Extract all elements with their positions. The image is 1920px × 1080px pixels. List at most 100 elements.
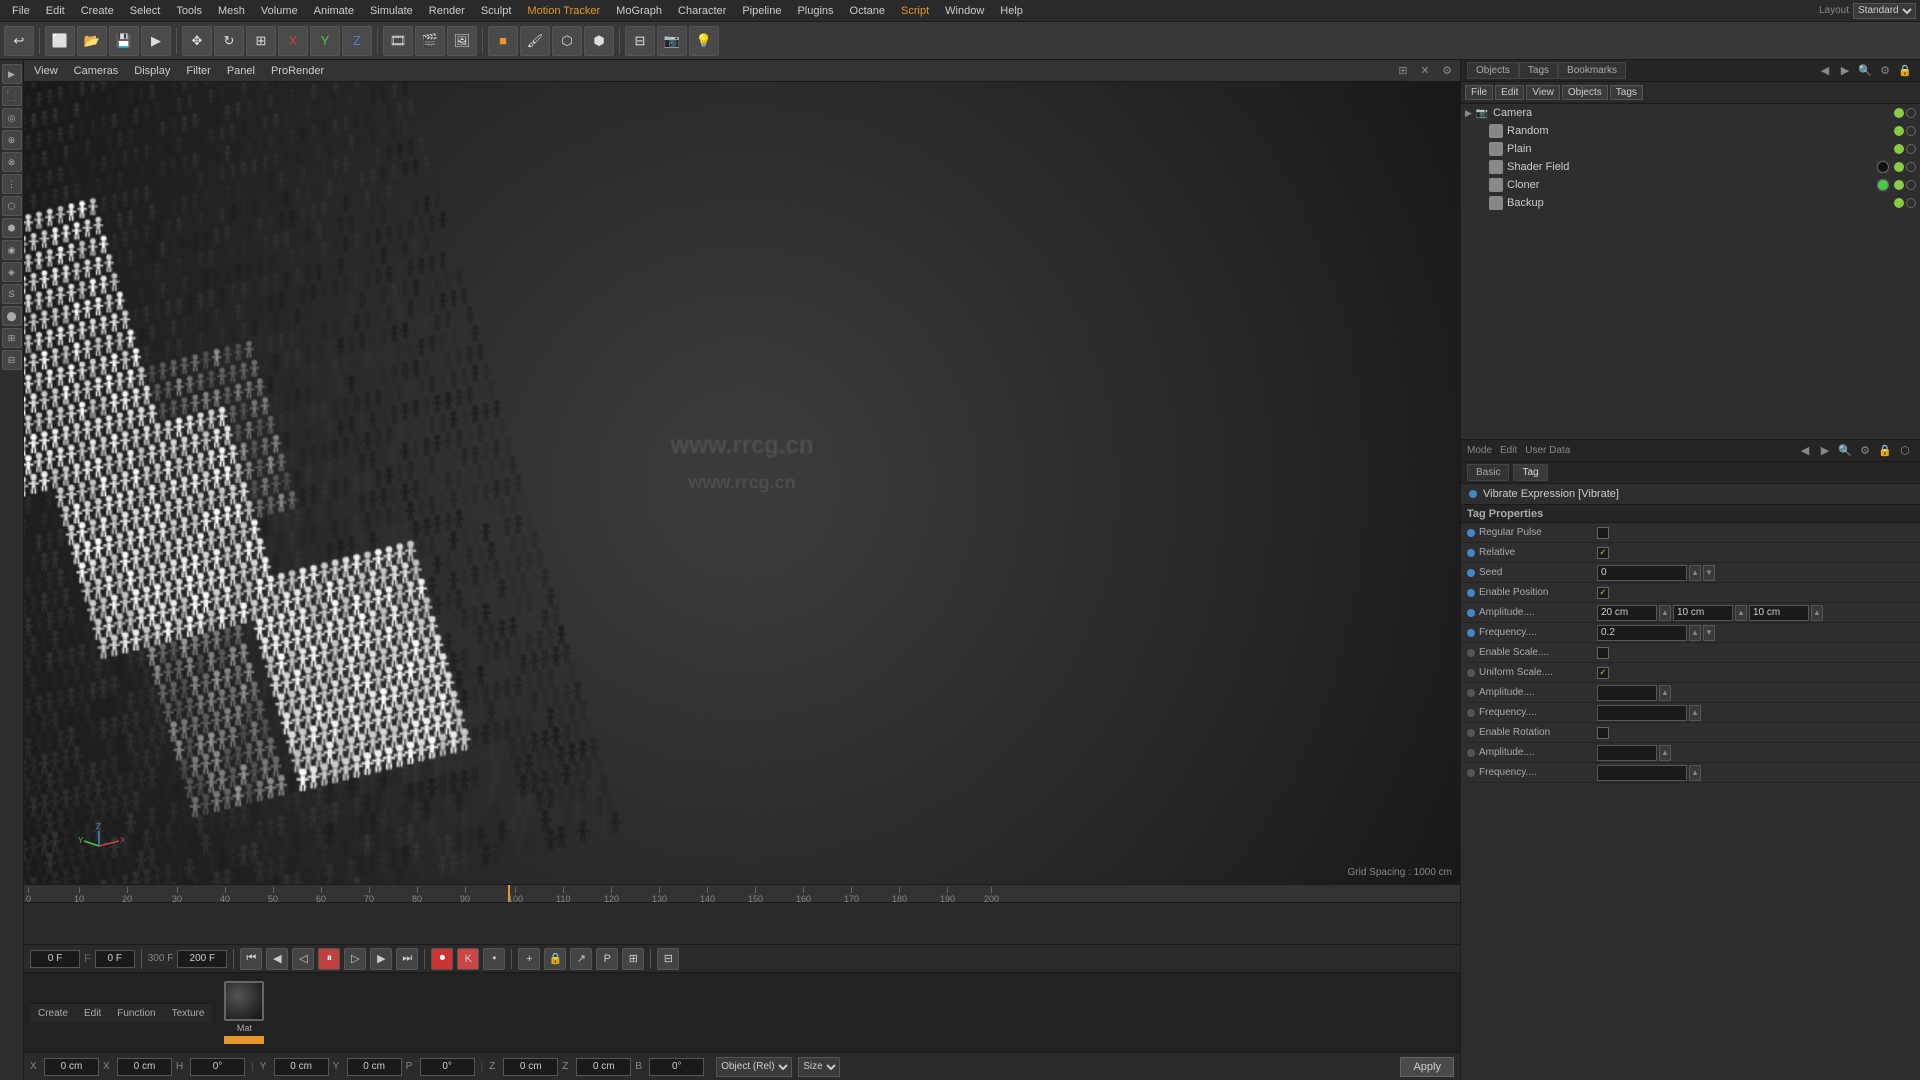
vp-menu-display[interactable]: Display xyxy=(128,63,176,79)
prop-freq-pos-input[interactable] xyxy=(1597,625,1687,641)
prop-amp-rot-input[interactable] xyxy=(1597,745,1657,761)
vis-dot-backup-1[interactable] xyxy=(1894,198,1904,208)
om-tab-bookmarks[interactable]: Bookmarks xyxy=(1558,62,1626,79)
props-settings[interactable]: ⚙ xyxy=(1856,442,1874,460)
amp-rot-spin[interactable]: ▲ xyxy=(1659,745,1671,761)
left-tool-2[interactable]: ⬛ xyxy=(2,86,22,106)
coord-size-select[interactable]: Size xyxy=(798,1057,840,1077)
tool-move[interactable]: ✥ xyxy=(182,26,212,56)
motion-btn[interactable]: ↗ xyxy=(570,948,592,970)
props-tab-tag[interactable]: Tag xyxy=(1513,464,1547,481)
left-tool-6[interactable]: ⋮ xyxy=(2,174,22,194)
tool-render2[interactable]: 🎬 xyxy=(415,26,445,56)
tool-render[interactable]: ▶ xyxy=(141,26,171,56)
left-tool-7[interactable]: ⬡ xyxy=(2,196,22,216)
menu-render[interactable]: Render xyxy=(421,3,473,19)
layout-edit[interactable]: Edit xyxy=(1500,445,1517,456)
tool-z[interactable]: Z xyxy=(342,26,372,56)
om-view-btn[interactable]: View xyxy=(1526,85,1560,100)
tool-light[interactable]: 💡 xyxy=(689,26,719,56)
mat-texture[interactable]: Texture xyxy=(168,1008,209,1019)
prop-freq-scale-input[interactable] xyxy=(1597,705,1687,721)
mat-create[interactable]: Create xyxy=(34,1008,72,1019)
obj-row-random[interactable]: Random xyxy=(1461,122,1920,140)
left-tool-13[interactable]: ⊞ xyxy=(2,328,22,348)
go-end-btn[interactable]: ⏭ xyxy=(396,948,418,970)
om-objects-btn[interactable]: Objects xyxy=(1562,85,1608,100)
left-tool-3[interactable]: ◎ xyxy=(2,108,22,128)
timeline-btn[interactable]: ⊞ xyxy=(622,948,644,970)
layout-userdata[interactable]: User Data xyxy=(1525,445,1570,456)
left-tool-11[interactable]: S xyxy=(2,284,22,304)
menu-tools[interactable]: Tools xyxy=(168,3,210,19)
prop-amp-scale-x[interactable] xyxy=(1597,685,1657,701)
coord-y-pos[interactable] xyxy=(274,1058,329,1076)
extra-btn[interactable]: ⊟ xyxy=(657,948,679,970)
obj-tag-cloner-1[interactable] xyxy=(1876,178,1890,192)
coord-sx-input[interactable] xyxy=(117,1058,172,1076)
props-tab-basic[interactable]: Basic xyxy=(1467,464,1509,481)
coord-h-input[interactable] xyxy=(190,1058,245,1076)
left-tool-1[interactable]: ▶ xyxy=(2,64,22,84)
obj-row-plain[interactable]: Plain xyxy=(1461,140,1920,158)
coord-p-input[interactable] xyxy=(420,1058,475,1076)
tool-grid[interactable]: ⊟ xyxy=(625,26,655,56)
left-tool-14[interactable]: ⊟ xyxy=(2,350,22,370)
timeline-track[interactable] xyxy=(24,903,1460,944)
tool-anim[interactable]: 🎞 xyxy=(383,26,413,56)
props-nav-fwd[interactable]: ▶ xyxy=(1816,442,1834,460)
menu-file[interactable]: File xyxy=(4,3,38,19)
tool-poly[interactable]: ⬢ xyxy=(584,26,614,56)
prop-freq-rot-input[interactable] xyxy=(1597,765,1687,781)
tool-cam[interactable]: 📷 xyxy=(657,26,687,56)
tool-paint[interactable]: 🖌 xyxy=(520,26,550,56)
om-tab-objects[interactable]: Objects xyxy=(1467,62,1519,79)
om-nav-fwd[interactable]: ▶ xyxy=(1836,62,1854,80)
tool-y[interactable]: Y xyxy=(310,26,340,56)
vis-dot-random-1[interactable] xyxy=(1894,126,1904,136)
om-nav-back[interactable]: ◀ xyxy=(1816,62,1834,80)
props-nav-back[interactable]: ◀ xyxy=(1796,442,1814,460)
prop-amp-y[interactable] xyxy=(1673,605,1733,621)
left-tool-4[interactable]: ⊕ xyxy=(2,130,22,150)
seed-down[interactable]: ▼ xyxy=(1703,565,1715,581)
apply-button[interactable]: Apply xyxy=(1400,1057,1454,1077)
coord-z-pos[interactable] xyxy=(503,1058,558,1076)
menu-pipeline[interactable]: Pipeline xyxy=(734,3,789,19)
material-item-0[interactable]: Mat xyxy=(224,981,264,1044)
current-frame-input[interactable] xyxy=(30,950,80,968)
menu-plugins[interactable]: Plugins xyxy=(789,3,841,19)
menu-help[interactable]: Help xyxy=(992,3,1031,19)
coord-object-select[interactable]: Object (Rel) xyxy=(716,1057,792,1077)
tool-open[interactable]: 📂 xyxy=(77,26,107,56)
coord-sz-input[interactable] xyxy=(576,1058,631,1076)
obj-row-camera[interactable]: ▶ 📷 Camera xyxy=(1461,104,1920,122)
om-tags-btn[interactable]: Tags xyxy=(1610,85,1643,100)
vis-dot-cloner-1[interactable] xyxy=(1894,180,1904,190)
freq-scale-spin[interactable]: ▲ xyxy=(1689,705,1701,721)
coord-b-input[interactable] xyxy=(649,1058,704,1076)
tool-render3[interactable]: 🖼 xyxy=(447,26,477,56)
vis-dot-plain-1[interactable] xyxy=(1894,144,1904,154)
vis-circle-random-1[interactable] xyxy=(1906,126,1916,136)
menu-mograph[interactable]: MoGraph xyxy=(608,3,670,19)
vis-circle-backup-1[interactable] xyxy=(1906,198,1916,208)
left-tool-10[interactable]: ◈ xyxy=(2,262,22,282)
amp-x-up[interactable]: ▲ xyxy=(1659,605,1671,621)
vp-settings-btn[interactable]: ⚙ xyxy=(1438,62,1456,80)
left-tool-12[interactable]: ⬤ xyxy=(2,306,22,326)
amp-y-up[interactable]: ▲ xyxy=(1735,605,1747,621)
freq-pos-down[interactable]: ▼ xyxy=(1703,625,1715,641)
mat-swatch-0[interactable] xyxy=(224,981,264,1021)
obj-row-cloner[interactable]: Cloner xyxy=(1461,176,1920,194)
viewport[interactable]: Perspective xyxy=(24,82,1460,884)
vis-circle-plain-1[interactable] xyxy=(1906,144,1916,154)
prop-check-enable-rot[interactable] xyxy=(1597,727,1609,739)
menu-motion-tracker[interactable]: Motion Tracker xyxy=(519,3,608,19)
play-back-btn[interactable]: ◁ xyxy=(292,948,314,970)
obj-tag-shader-1[interactable] xyxy=(1876,160,1890,174)
autokey-btn[interactable]: K xyxy=(457,948,479,970)
menu-sculpt[interactable]: Sculpt xyxy=(473,3,520,19)
vis-dot-1[interactable] xyxy=(1894,108,1904,118)
props-lock[interactable]: 🔒 xyxy=(1876,442,1894,460)
